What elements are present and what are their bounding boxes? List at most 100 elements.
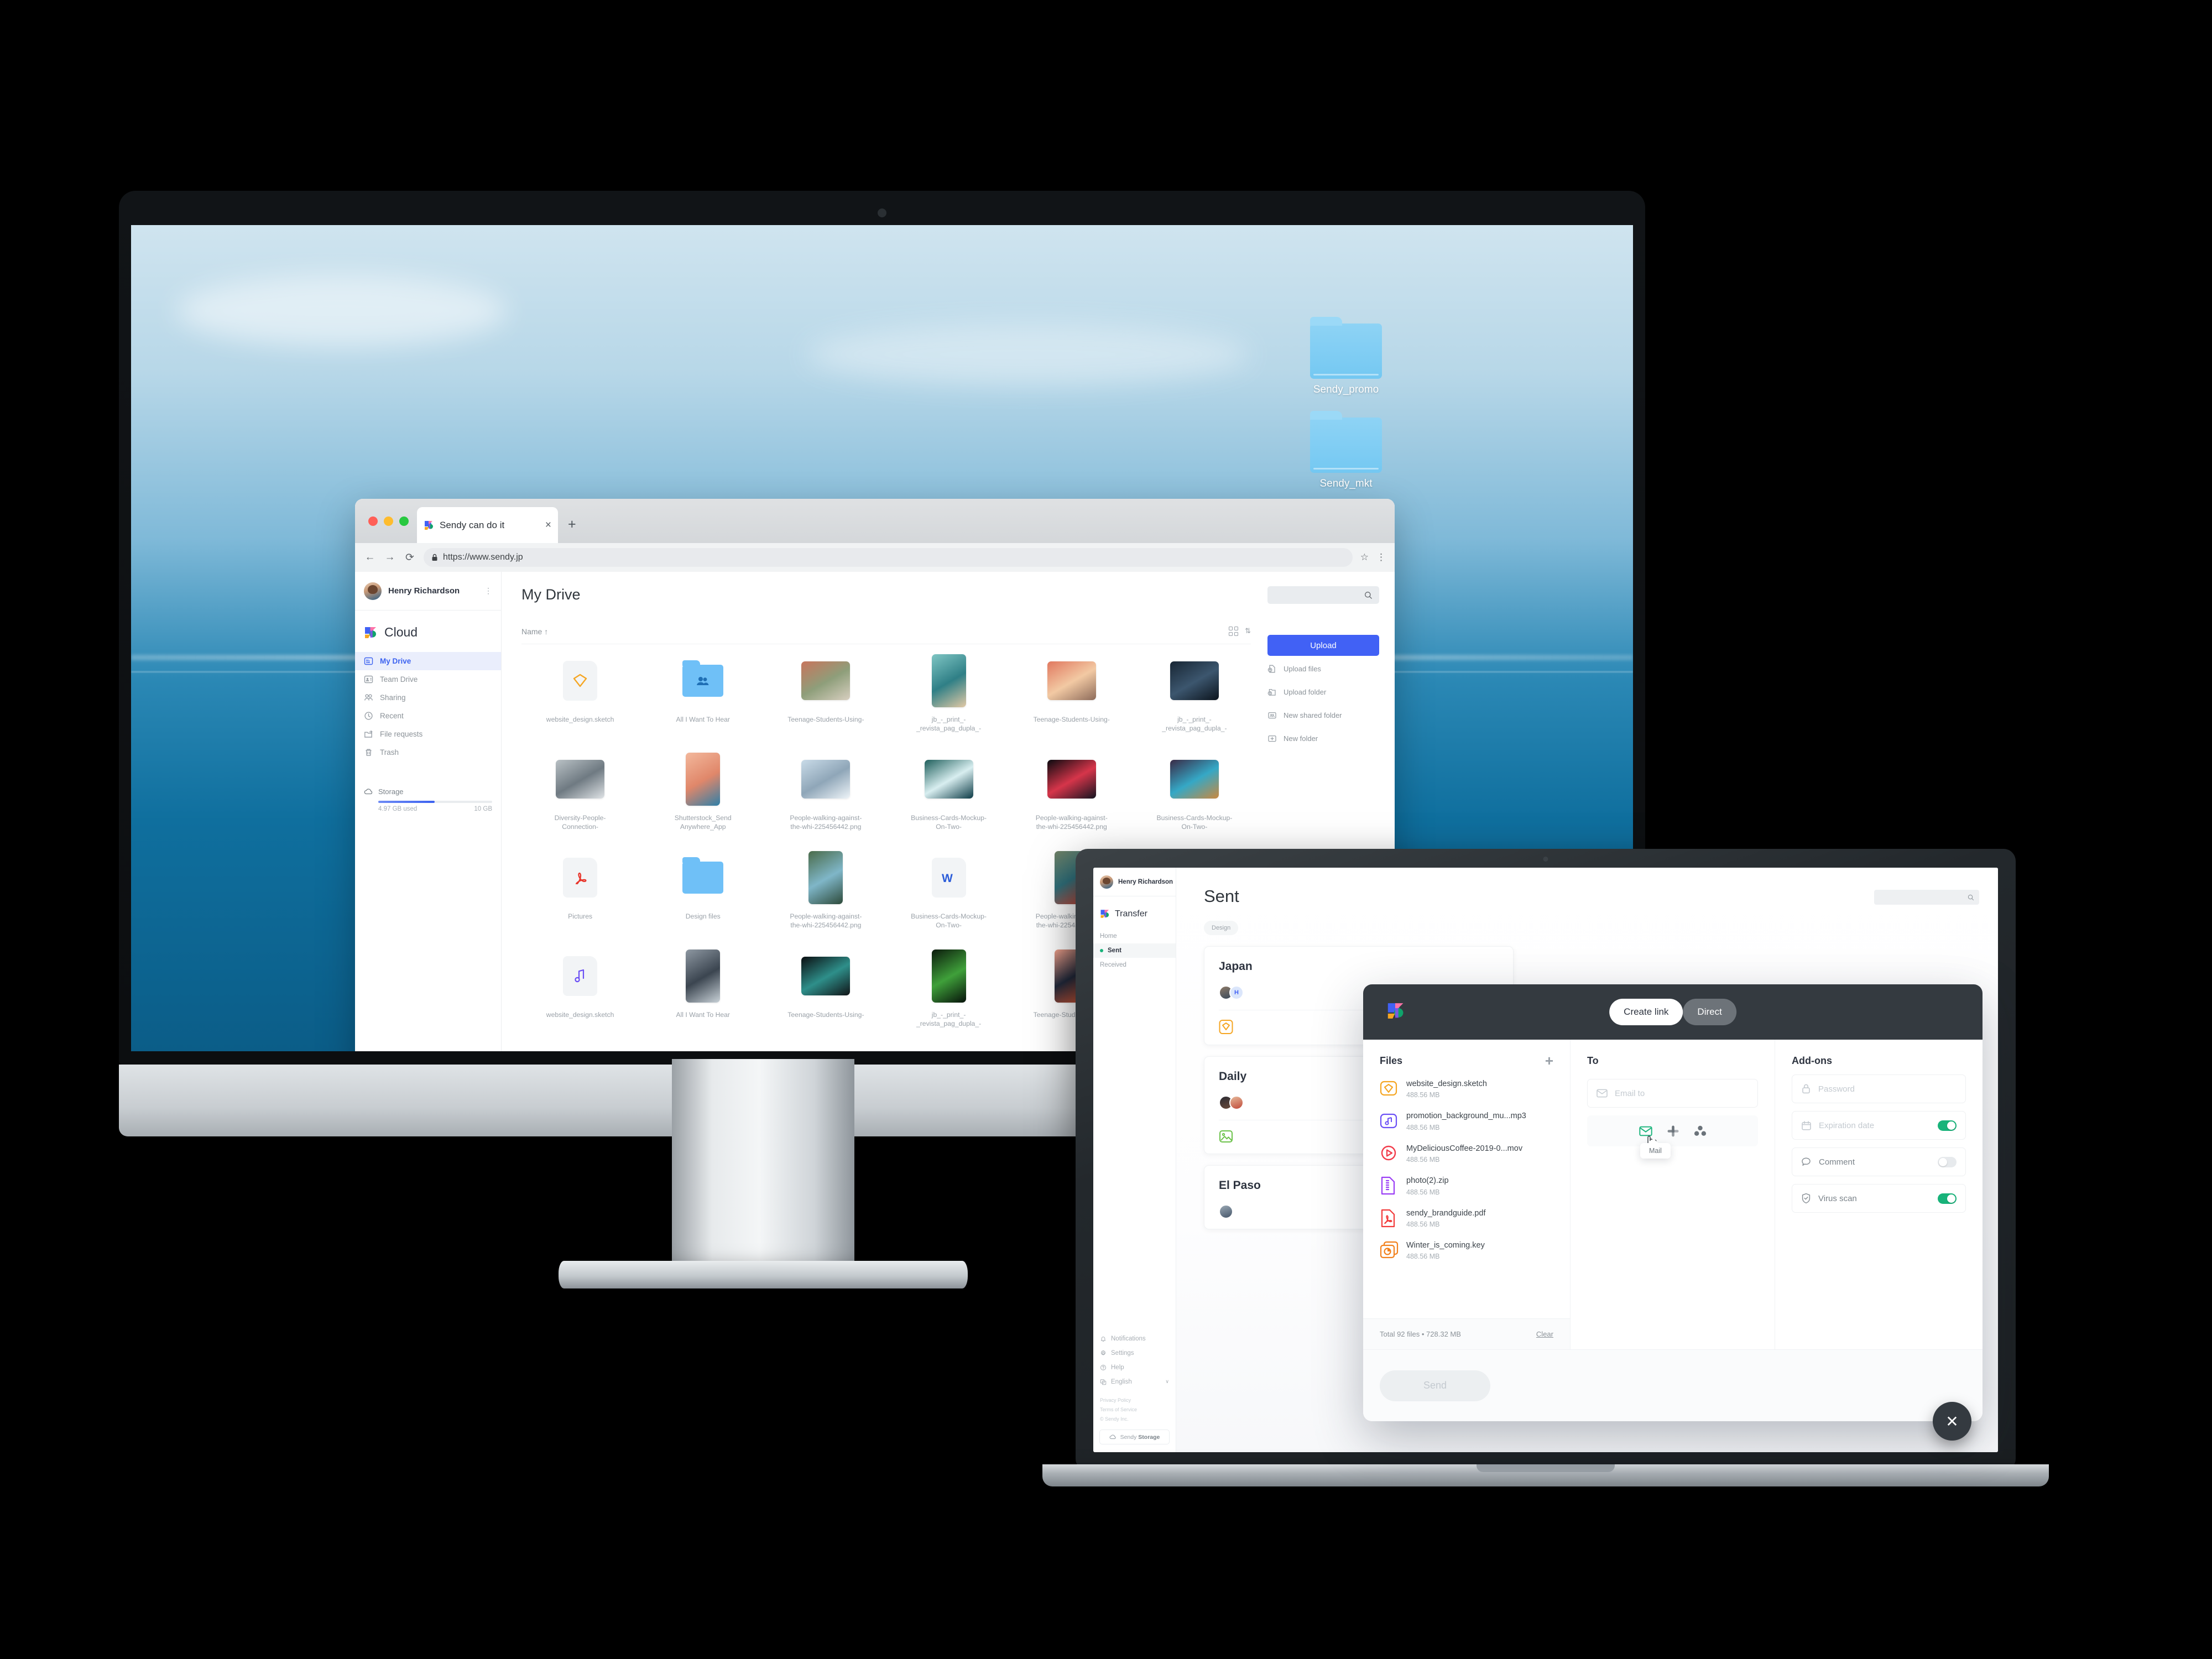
file-thumbnail	[931, 654, 966, 707]
file-name-label: People-walking-against-the-whi-225456442…	[790, 912, 862, 930]
addon-comment[interactable]: Comment	[1792, 1147, 1966, 1176]
file-item[interactable]: website_design.sketch	[521, 948, 639, 1047]
sidebar-item-help[interactable]: Help	[1093, 1360, 1176, 1375]
file-item[interactable]: Business-Cards-Mockup-On-Two-	[890, 752, 1008, 850]
upload-files-item[interactable]: Upload files	[1267, 658, 1379, 679]
filter-tag-design[interactable]: Design	[1204, 921, 1239, 935]
window-close-button[interactable]	[368, 517, 378, 526]
sidebar-item-my-drive[interactable]: My My Drive	[355, 652, 501, 670]
window-minimize-button[interactable]	[384, 517, 393, 526]
file-item[interactable]: Business-Cards-Mockup-On-Two-	[1136, 752, 1253, 850]
sidebar-item-recent[interactable]: Recent	[355, 707, 501, 725]
new-folder-item[interactable]: New folder	[1267, 728, 1379, 749]
file-item[interactable]: Diversity-People-Connection-	[521, 752, 639, 850]
file-item[interactable]: Shutterstock_Send Anywhere_App	[644, 752, 761, 850]
send-button[interactable]: Send	[1380, 1370, 1490, 1401]
modal-file-row[interactable]: website_design.sketch 488.56 MB	[1380, 1079, 1553, 1099]
sidebar-item-received[interactable]: Received	[1093, 958, 1176, 972]
file-item[interactable]: People-walking-against-the-whi-225456442…	[767, 850, 884, 948]
add-files-icon[interactable]: +	[1545, 1053, 1553, 1068]
addon-toggle[interactable]	[1938, 1156, 1957, 1167]
file-item[interactable]: All I Want To Hear	[644, 653, 761, 752]
asana-icon[interactable]	[1694, 1125, 1707, 1136]
sendy-storage-button[interactable]: Sendy Storage	[1099, 1430, 1170, 1444]
browser-tab[interactable]: Sendy can do it ×	[417, 507, 558, 543]
email-to-field[interactable]: Email to	[1587, 1079, 1758, 1108]
sidebar-item-sharing[interactable]: Sharing	[355, 688, 501, 707]
close-modal-button[interactable]: ✕	[1933, 1402, 1971, 1441]
file-name-label: jb_-_print_-_revista_pag_dupla_-	[1162, 716, 1227, 733]
active-dot-icon	[1100, 949, 1103, 952]
search-input[interactable]	[1267, 586, 1379, 604]
chevron-down-icon[interactable]: ∨	[1165, 1379, 1169, 1385]
addon-virus-scan[interactable]: Virus scan	[1792, 1184, 1966, 1213]
forward-icon[interactable]: →	[384, 551, 396, 564]
upload-folder-item[interactable]: Upload folder	[1267, 681, 1379, 702]
terms-of-service-link[interactable]: Terms of Service	[1100, 1405, 1169, 1415]
tab-create-link[interactable]: Create link	[1609, 999, 1683, 1025]
file-item[interactable]: Teenage-Students-Using-	[767, 948, 884, 1047]
slack-icon[interactable]	[1667, 1125, 1679, 1138]
modal-file-row[interactable]: sendy_brandguide.pdf 488.56 MB	[1380, 1208, 1553, 1228]
file-thumbnail	[924, 760, 973, 799]
sort-order-icon[interactable]: ⇅	[1245, 627, 1251, 635]
new-tab-icon[interactable]: +	[568, 518, 576, 531]
file-item[interactable]: W Business-Cards-Mockup-On-Two-	[890, 850, 1008, 948]
gear-icon	[1100, 1350, 1107, 1357]
search-input[interactable]	[1874, 890, 1979, 905]
desktop-folder[interactable]: Sendy_promo	[1305, 317, 1387, 396]
addon-toggle[interactable]	[1938, 1120, 1957, 1131]
file-thumbnail-wrap	[801, 752, 851, 807]
folder-icon	[1310, 411, 1382, 473]
addon-password[interactable]: Password	[1792, 1074, 1966, 1103]
browser-menu-icon[interactable]: ⋮	[1376, 552, 1386, 563]
window-maximize-button[interactable]	[399, 517, 409, 526]
page-title: My Drive	[521, 586, 581, 603]
modal-file-row[interactable]: Winter_is_coming.key 488.56 MB	[1380, 1240, 1553, 1260]
modal-file-row[interactable]: promotion_background_mu...mp3 488.56 MB	[1380, 1111, 1553, 1131]
addon-expiration-date[interactable]: Expiration date	[1792, 1111, 1966, 1140]
sidebar-item-notifications[interactable]: Notifications	[1093, 1332, 1176, 1346]
sidebar-item-settings[interactable]: Settings	[1093, 1346, 1176, 1360]
sidebar-item-trash[interactable]: Trash	[355, 743, 501, 761]
sidebar-item-language[interactable]: English ∨	[1093, 1375, 1176, 1389]
sidebar-item-sent[interactable]: Sent	[1093, 943, 1176, 958]
back-icon[interactable]: ←	[364, 551, 376, 564]
sidebar-item-home[interactable]: Home	[1093, 929, 1176, 943]
bookmark-star-icon[interactable]: ☆	[1360, 552, 1369, 563]
sort-by-name[interactable]: Name ↑	[521, 627, 548, 636]
user-row[interactable]: Henry Richardson ⋮	[1093, 868, 1184, 896]
close-icon[interactable]: ×	[545, 520, 551, 530]
addon-toggle[interactable]	[1938, 1193, 1957, 1204]
modal-file-row[interactable]: photo(2).zip 488.56 MB	[1380, 1176, 1553, 1196]
sidebar-item-file-requests[interactable]: File requests	[355, 725, 501, 743]
file-thumbnail	[1047, 760, 1096, 799]
clear-files-link[interactable]: Clear	[1536, 1330, 1553, 1338]
new-shared-folder-item[interactable]: New shared folder	[1267, 705, 1379, 726]
user-menu-icon[interactable]: ⋮	[484, 587, 492, 595]
file-item[interactable]: All I Want To Hear	[644, 948, 761, 1047]
privacy-policy-link[interactable]: Privacy Policy	[1100, 1396, 1169, 1405]
address-bar[interactable]: https://www.sendy.jp	[424, 548, 1353, 567]
tab-direct[interactable]: Direct	[1683, 999, 1736, 1025]
file-item[interactable]: jb_-_print_-_revista_pag_dupla_-	[890, 653, 1008, 752]
file-item[interactable]: Teenage-Students-Using-	[1013, 653, 1130, 752]
file-item[interactable]: Teenage-Students-Using-	[767, 653, 884, 752]
file-item[interactable]: jb_-_print_-_revista_pag_dupla_-	[1136, 653, 1253, 752]
desktop-folder[interactable]: Sendy_mkt	[1305, 411, 1387, 490]
file-item[interactable]: People-walking-against-the-whi-225456442…	[1013, 752, 1130, 850]
user-row[interactable]: Henry Richardson ⋮	[355, 572, 501, 611]
grid-view-icon[interactable]	[1229, 627, 1239, 636]
modal-file-row[interactable]: MyDeliciousCoffee-2019-0...mov 488.56 MB	[1380, 1144, 1553, 1164]
upload-folder-icon	[1267, 687, 1277, 697]
macbook-notch	[1477, 1464, 1615, 1472]
reload-icon[interactable]: ⟳	[404, 551, 416, 564]
file-item[interactable]: Design files	[644, 850, 761, 948]
sidebar-item-team-drive[interactable]: Team Drive	[355, 670, 501, 688]
file-item[interactable]: People-walking-against-the-whi-225456442…	[767, 752, 884, 850]
file-item[interactable]: website_design.sketch	[521, 653, 639, 752]
upload-button[interactable]: Upload	[1267, 635, 1379, 656]
file-item[interactable]: Pictures	[521, 850, 639, 948]
file-item[interactable]: jb_-_print_-_revista_pag_dupla_-	[890, 948, 1008, 1047]
